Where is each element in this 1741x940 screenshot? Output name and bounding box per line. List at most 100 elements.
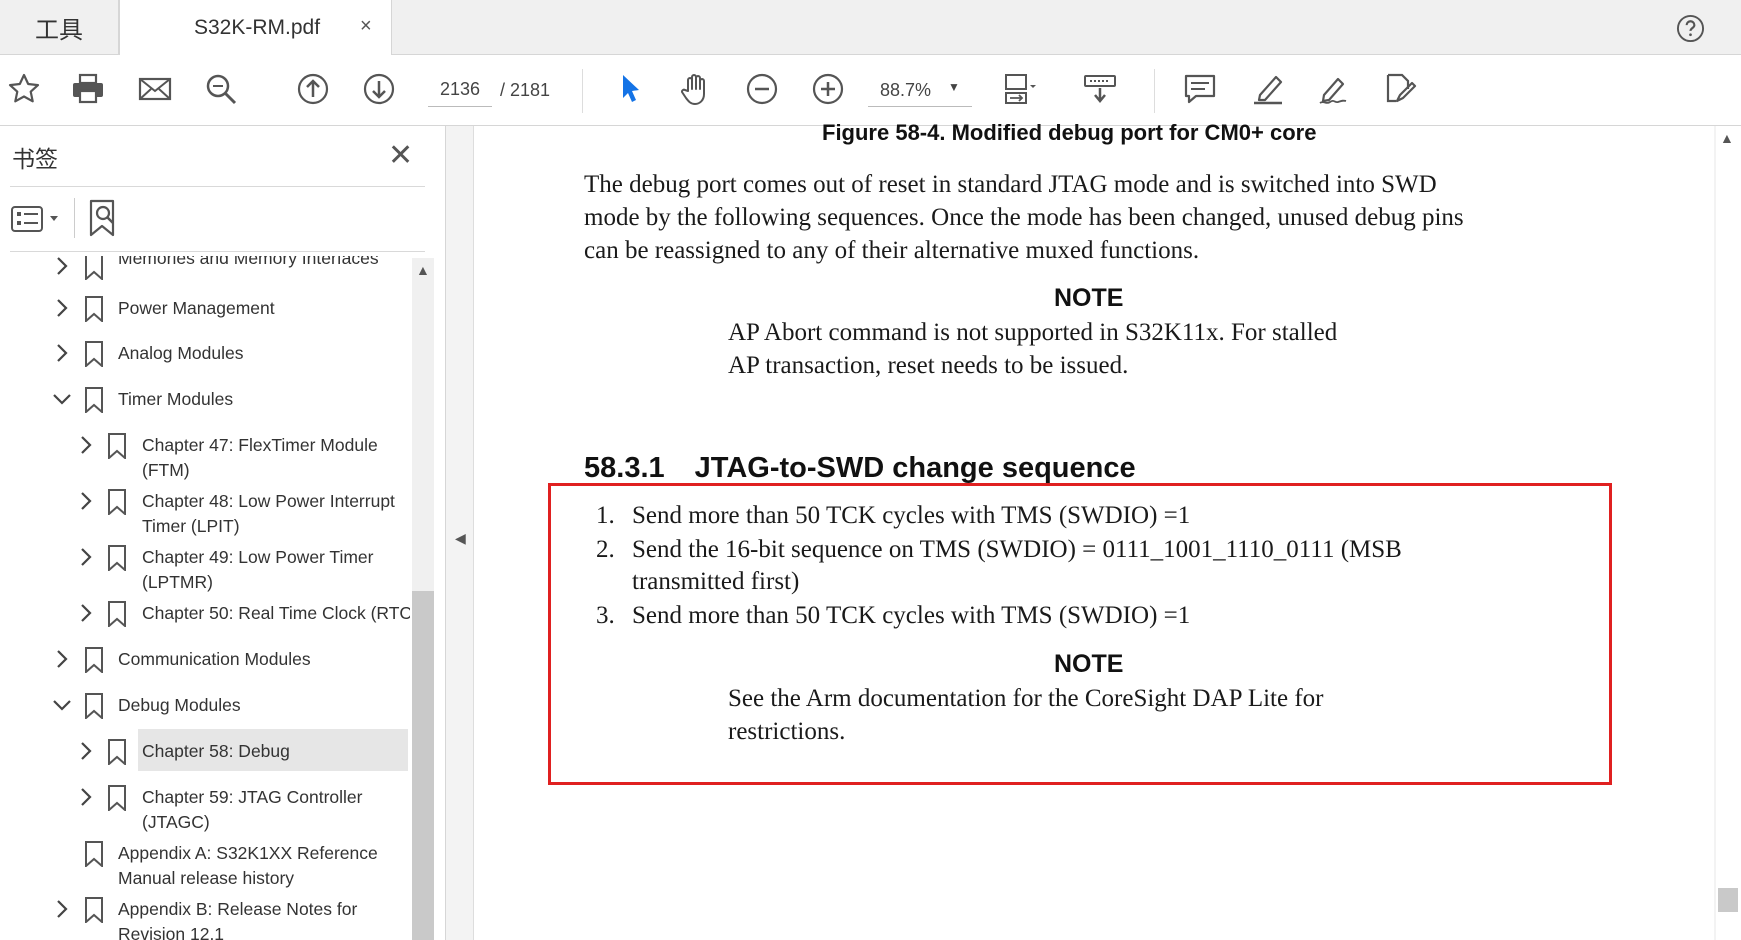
- document-scrollbar-track[interactable]: [1716, 126, 1741, 940]
- page-number-input[interactable]: 2136: [428, 72, 492, 107]
- bookmark-item[interactable]: Chapter 50: Real Time Clock (RTC): [0, 601, 410, 641]
- next-page-icon[interactable]: [359, 69, 399, 109]
- bookmark-label: Chapter 58: Debug: [142, 741, 290, 761]
- bookmark-icon: [108, 489, 126, 515]
- bookmark-label: Timer Modules: [118, 389, 234, 409]
- bookmark-item[interactable]: Timer Modules: [0, 387, 410, 427]
- bookmark-label: Appendix B: Release Notes for: [118, 899, 358, 919]
- bookmarks-panel-title: 书签: [12, 147, 58, 173]
- bookmark-item[interactable]: Appendix A: S32K1XX Reference Manual rel…: [0, 841, 410, 888]
- document-tab-title: S32K-RM.pdf: [194, 16, 321, 39]
- bookmark-label: Chapter 59: JTAG Controller: [142, 787, 363, 807]
- bookmark-item[interactable]: Communication Modules: [0, 647, 410, 687]
- chevron-right-icon[interactable]: [52, 899, 72, 919]
- toolbar-divider: [582, 69, 583, 113]
- document-scrollbar-thumb[interactable]: [1718, 888, 1738, 912]
- bookmarks-panel: 书签 ✕ Memories and Memory Interfaces Powe…: [0, 126, 446, 940]
- bookmark-label: Debug Modules: [118, 695, 241, 715]
- bookmark-icon: [108, 545, 126, 571]
- tab-document[interactable]: S32K-RM.pdf ×: [119, 0, 392, 55]
- highlight-icon[interactable]: [1248, 69, 1288, 109]
- bookmark-tree: Memories and Memory Interfaces Power Man…: [0, 256, 410, 940]
- bookmark-label: Chapter 48: Low Power Interrupt: [142, 491, 395, 511]
- tab-tools[interactable]: 工具: [0, 0, 119, 54]
- chevron-right-icon[interactable]: [52, 298, 72, 318]
- search-icon[interactable]: [201, 69, 241, 109]
- chevron-right-icon[interactable]: [76, 603, 96, 623]
- paragraph-line: can be reassigned to any of their altern…: [584, 237, 1200, 264]
- bookmark-star-icon[interactable]: [4, 69, 44, 109]
- help-icon[interactable]: [1676, 14, 1705, 43]
- close-panel-icon[interactable]: ✕: [388, 138, 413, 173]
- scroll-up-icon[interactable]: ▲: [416, 262, 430, 278]
- zoom-out-icon[interactable]: [742, 69, 782, 109]
- bookmark-icon: [85, 693, 103, 719]
- comment-icon[interactable]: [1180, 69, 1220, 109]
- bookmark-icon: [85, 387, 103, 413]
- email-icon[interactable]: [135, 69, 175, 109]
- chevron-right-icon[interactable]: [76, 547, 96, 567]
- bookmark-item[interactable]: Appendix B: Release Notes for Revision 1…: [0, 897, 410, 940]
- bookmark-item[interactable]: Debug Modules: [0, 693, 410, 733]
- bookmark-icon: [108, 601, 126, 627]
- chevron-right-icon[interactable]: [52, 343, 72, 363]
- chevron-right-icon[interactable]: [76, 435, 96, 455]
- select-tool-icon[interactable]: [610, 69, 650, 109]
- note-line: AP Abort command is not supported in S32…: [728, 319, 1338, 346]
- bookmark-label: Power Management: [118, 298, 275, 318]
- bookmark-item[interactable]: Power Management: [0, 296, 410, 336]
- bookmark-label: Chapter 47: FlexTimer Module: [142, 435, 378, 455]
- bookmark-label: Revision 12.1: [118, 924, 225, 940]
- paragraph-line: The debug port comes out of reset in sta…: [584, 171, 1437, 198]
- bookmark-label: Appendix A: S32K1XX Reference: [118, 843, 378, 863]
- toolbar-divider: [1154, 69, 1155, 113]
- bookmark-item[interactable]: Chapter 48: Low Power Interrupt Timer (L…: [0, 489, 410, 536]
- bookmark-item[interactable]: Analog Modules: [0, 341, 410, 381]
- find-bookmark-icon[interactable]: [86, 198, 126, 238]
- close-tab-icon[interactable]: ×: [360, 15, 372, 38]
- panel-divider: [10, 251, 425, 252]
- bookmark-item[interactable]: Memories and Memory Interfaces: [0, 256, 410, 294]
- zoom-in-icon[interactable]: [808, 69, 848, 109]
- bookmark-item[interactable]: Chapter 47: FlexTimer Module (FTM): [0, 433, 410, 480]
- page-total: / 2181: [500, 80, 551, 100]
- bookmark-icon: [85, 841, 103, 867]
- bookmark-options-icon[interactable]: [10, 202, 66, 238]
- bookmark-scrollbar-thumb[interactable]: [412, 591, 434, 940]
- hand-tool-icon[interactable]: [676, 69, 716, 109]
- scroll-up-icon[interactable]: ▲: [1720, 130, 1734, 146]
- tab-bar: 工具 S32K-RM.pdf ×: [0, 0, 1741, 55]
- previous-page-icon[interactable]: [293, 69, 333, 109]
- bookmark-label: Manual release history: [118, 868, 295, 888]
- figure-caption: Figure 58-4. Modified debug port for CM0…: [822, 120, 1317, 145]
- print-icon[interactable]: [68, 69, 108, 109]
- fill-sign-icon[interactable]: [1380, 69, 1420, 109]
- zoom-select[interactable]: 88.7% ▼: [868, 72, 972, 107]
- bookmark-icon: [108, 433, 126, 459]
- highlight-box: [548, 483, 1612, 785]
- chevron-down-icon[interactable]: [52, 389, 72, 409]
- bookmark-label: (FTM): [142, 460, 190, 480]
- chevron-right-icon[interactable]: [76, 741, 96, 761]
- bookmark-label: (JTAGC): [142, 812, 210, 832]
- fit-page-icon[interactable]: [1000, 69, 1040, 109]
- bookmark-label: (LPTMR): [142, 572, 213, 592]
- sign-icon[interactable]: [1314, 69, 1354, 109]
- collapse-panel-icon[interactable]: ◀: [455, 530, 466, 547]
- bookmark-item[interactable]: Chapter 59: JTAG Controller (JTAGC): [0, 785, 410, 832]
- panel-divider: [10, 186, 425, 187]
- chevron-down-icon[interactable]: [52, 695, 72, 715]
- chevron-right-icon[interactable]: [52, 256, 72, 276]
- chevron-right-icon[interactable]: [76, 787, 96, 807]
- chevron-right-icon[interactable]: [52, 649, 72, 669]
- section-heading: 58.3.1 JTAG-to-SWD change sequence: [584, 452, 1136, 485]
- bookmark-icon: [108, 739, 126, 765]
- bookmark-item-selected[interactable]: Chapter 58: Debug: [0, 729, 410, 779]
- chevron-right-icon[interactable]: [76, 491, 96, 511]
- bookmark-item[interactable]: Chapter 49: Low Power Timer (LPTMR): [0, 545, 410, 592]
- panel-divider: [74, 198, 75, 238]
- bookmark-icon: [85, 256, 103, 280]
- paragraph-line: mode by the following sequences. Once th…: [584, 204, 1464, 231]
- bookmark-label: Communication Modules: [118, 649, 311, 669]
- scroll-mode-icon[interactable]: [1080, 69, 1120, 109]
